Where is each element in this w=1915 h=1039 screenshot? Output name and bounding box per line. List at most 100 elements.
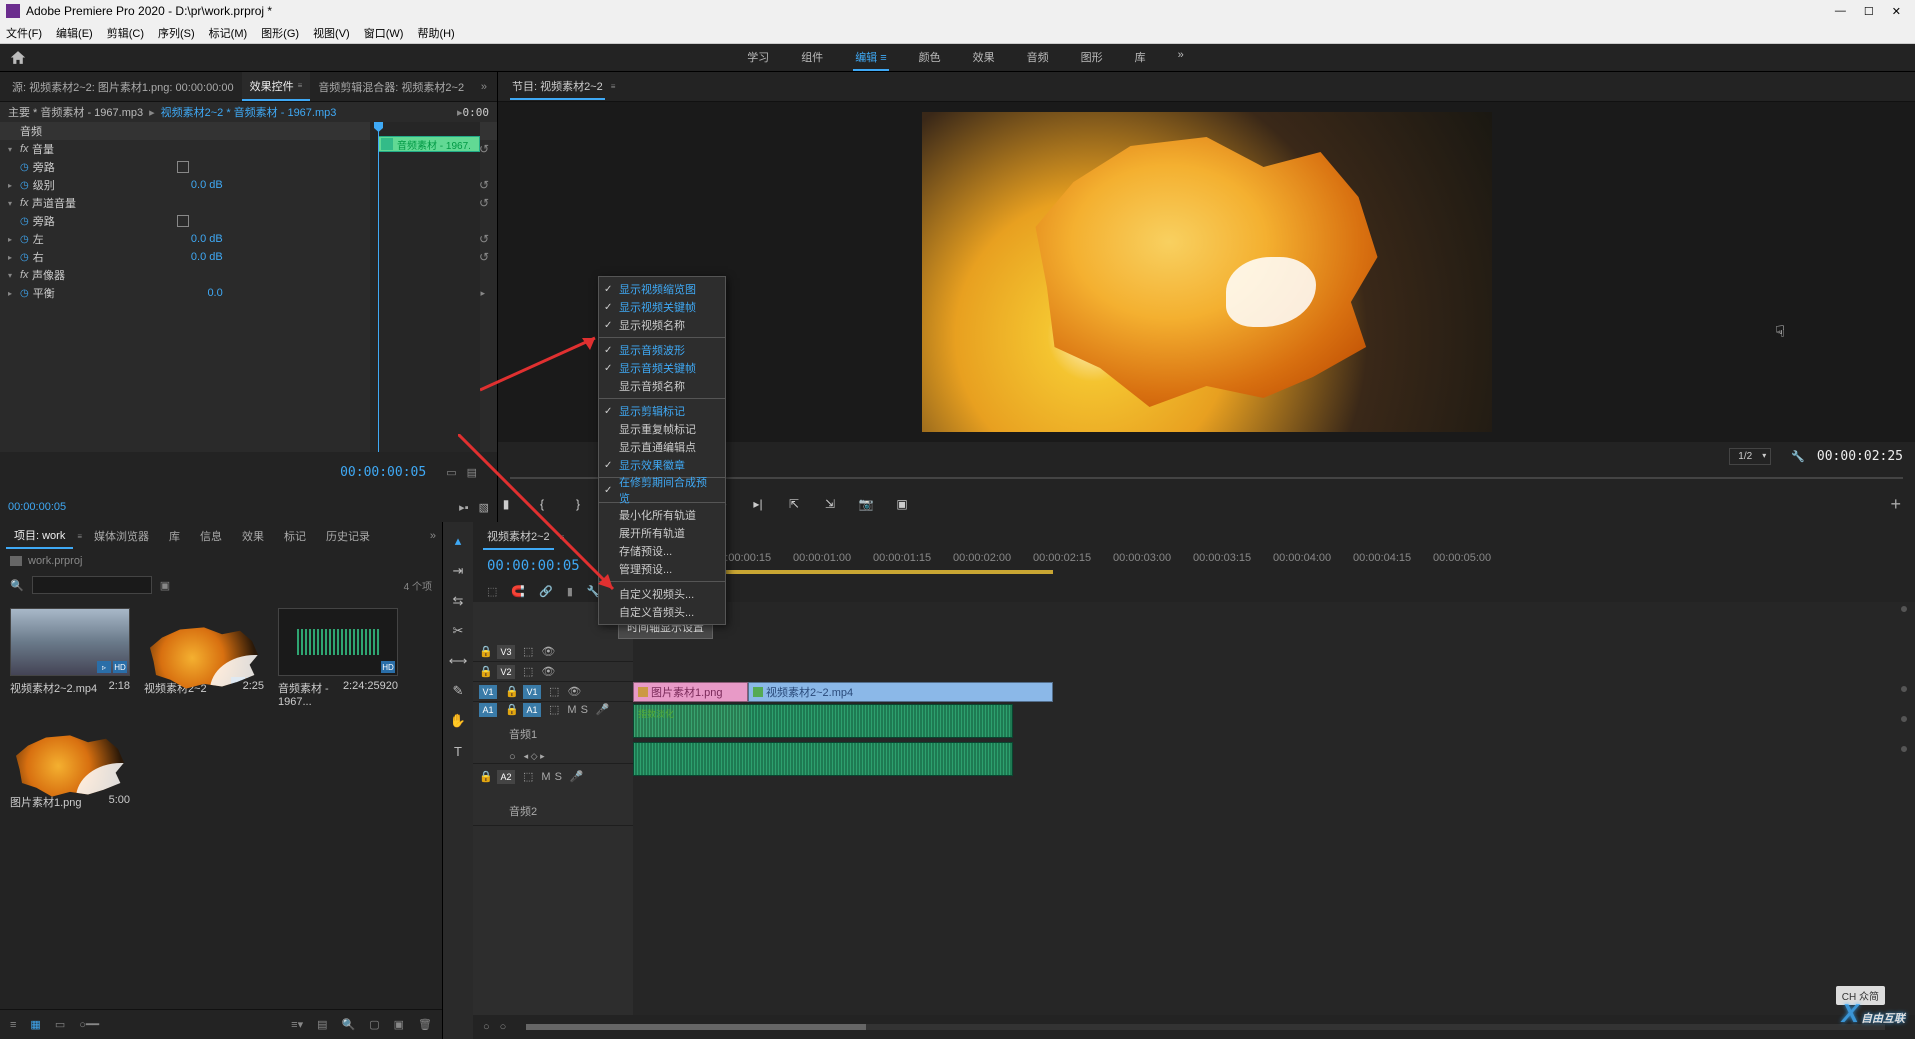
goto-out-button[interactable]: ▸|	[750, 496, 766, 512]
menu-item[interactable]: 自定义音频头...	[599, 603, 725, 621]
fx-left[interactable]: 左	[33, 231, 173, 247]
slip-tool[interactable]: ⟷	[449, 652, 467, 670]
project-breadcrumb[interactable]: work.prproj	[28, 555, 82, 567]
razor-tool[interactable]: ✂	[449, 622, 467, 640]
program-tab[interactable]: 节目: 视频素材2~2	[510, 74, 605, 100]
menu-item[interactable]: 显示效果徽章	[599, 456, 725, 474]
program-zoom-select[interactable]: 1/2	[1729, 448, 1771, 465]
sequence-tab[interactable]: 视频素材2~2	[483, 524, 554, 550]
settings-wrench-icon[interactable]: 🔧	[1791, 450, 1805, 463]
icon-view-icon[interactable]: ▦	[30, 1018, 40, 1031]
track-select-tool[interactable]: ⇥	[449, 562, 467, 580]
bin-item[interactable]: ▹HD 视频素材2~2.mp42:18	[10, 608, 130, 708]
clip-video[interactable]: 视频素材2~2.mp4	[748, 682, 1053, 702]
window-maximize[interactable]: ☐	[1864, 5, 1874, 18]
tab-effects[interactable]: 效果	[234, 524, 272, 548]
export-frame-button[interactable]: 📷	[858, 496, 874, 512]
tab-project[interactable]: 项目: work	[6, 523, 73, 549]
menu-item[interactable]: 显示视频关键帧	[599, 298, 725, 316]
track-v2[interactable]: V2	[497, 665, 515, 679]
clip-audio-2[interactable]	[633, 742, 1013, 776]
bin-item[interactable]: 图片素材1.png5:00	[10, 722, 130, 810]
bin-item[interactable]: ▹HD 视频素材2~22:25	[144, 608, 264, 708]
menu-bar[interactable]: 文件(F) 编辑(E) 剪辑(C) 序列(S) 标记(M) 图形(G) 视图(V…	[0, 22, 1915, 44]
fx-right[interactable]: 右	[33, 249, 173, 265]
find-icon[interactable]: 🔍	[342, 1018, 356, 1031]
tab-info[interactable]: 信息	[192, 524, 230, 548]
menu-item[interactable]: 显示音频波形	[599, 341, 725, 359]
workspace-effects[interactable]: 效果	[971, 45, 997, 71]
bin-item[interactable]: HD 音频素材 - 1967...2:24:25920	[278, 608, 398, 708]
timeline-options-icon[interactable]: ○	[483, 1021, 490, 1033]
fx-right-value[interactable]: 0.0 dB	[173, 251, 223, 263]
menu-item[interactable]: 存储预设...	[599, 542, 725, 560]
menu-sequence[interactable]: 序列(S)	[158, 25, 195, 41]
workspace-audio[interactable]: 音频	[1025, 45, 1051, 71]
window-minimize[interactable]: —	[1835, 5, 1846, 18]
fx-bypass-1[interactable]: 旁路	[33, 159, 173, 175]
source-timecode[interactable]: 00:00:00:05	[8, 501, 66, 513]
menu-item[interactable]: 在修剪期间合成预览	[599, 481, 725, 499]
insert-icon[interactable]: ▸▪	[459, 501, 468, 514]
selection-tool[interactable]: ▴	[449, 532, 467, 550]
fx-level[interactable]: 级别	[33, 177, 173, 193]
freeform-view-icon[interactable]: ▭	[55, 1018, 65, 1031]
add-marker-button[interactable]: ▮	[498, 496, 514, 512]
delete-button[interactable]: 🗑	[418, 1018, 432, 1031]
menu-item[interactable]: 展开所有轨道	[599, 524, 725, 542]
workspace-edit[interactable]: 编辑 ≡	[853, 45, 888, 71]
timeline-display-settings-menu[interactable]: 显示视频缩览图显示视频关键帧显示视频名称显示音频波形显示音频关键帧显示音频名称显…	[598, 276, 726, 625]
menu-edit[interactable]: 编辑(E)	[56, 25, 93, 41]
workspace-graphics[interactable]: 图形	[1079, 45, 1105, 71]
src-v1[interactable]: V1	[479, 685, 497, 699]
track-a2[interactable]: A2	[497, 770, 515, 784]
menu-item[interactable]: 显示重复帧标记	[599, 420, 725, 438]
clip-audio-1[interactable]: 指数淡化	[633, 704, 1013, 738]
new-bin-button[interactable]: ▢	[369, 1018, 379, 1031]
comparison-button[interactable]: ▣	[894, 496, 910, 512]
hand-tool[interactable]: ✋	[449, 712, 467, 730]
fx-channel-volume[interactable]: 声道音量	[32, 195, 172, 211]
project-overflow[interactable]: »	[430, 530, 436, 542]
track-v1[interactable]: V1	[523, 685, 541, 699]
fx-loop-icon[interactable]: ▤	[467, 466, 477, 479]
fx-breadcrumb-clip[interactable]: 视频素材2~2 * 音频素材 - 1967.mp3	[161, 104, 337, 120]
overwrite-icon[interactable]: ▧	[479, 501, 489, 514]
linked-selection-icon[interactable]: 🔗	[539, 585, 553, 598]
tab-markers[interactable]: 标记	[276, 524, 314, 548]
menu-item[interactable]: 显示音频名称	[599, 377, 725, 395]
fx-zoom-icon[interactable]: ▭	[446, 466, 456, 479]
menu-view[interactable]: 视图(V)	[313, 25, 350, 41]
zoom-slider[interactable]: ○━━	[79, 1018, 99, 1031]
tab-history[interactable]: 历史记录	[318, 524, 378, 548]
home-icon[interactable]	[10, 50, 26, 66]
workspace-color[interactable]: 颜色	[917, 45, 943, 71]
fx-footer-timecode[interactable]: 00:00:00:05	[340, 465, 426, 480]
menu-help[interactable]: 帮助(H)	[417, 25, 454, 41]
menu-item[interactable]: 自定义视频头...	[599, 585, 725, 603]
mark-out-button[interactable]: }	[570, 496, 586, 512]
panel-overflow[interactable]: »	[475, 81, 493, 93]
type-tool[interactable]: T	[449, 742, 467, 760]
menu-item[interactable]: 最小化所有轨道	[599, 506, 725, 524]
extract-button[interactable]: ⇲	[822, 496, 838, 512]
timeline-ruler[interactable]: 00:00:00:15 00:00:01:00 00:00:01:15 00:0…	[633, 552, 1915, 580]
menu-item[interactable]: 显示视频缩览图	[599, 280, 725, 298]
menu-marker[interactable]: 标记(M)	[209, 25, 248, 41]
fx-balance[interactable]: 平衡	[33, 285, 173, 301]
menu-clip[interactable]: 剪辑(C)	[107, 25, 144, 41]
menu-item[interactable]: 显示音频关键帧	[599, 359, 725, 377]
menu-item[interactable]: 显示直通编辑点	[599, 438, 725, 456]
workspace-learn[interactable]: 学习	[745, 45, 771, 71]
timeline-clips-area[interactable]: 图片素材1.png 视频素材2~2.mp4 指数淡化	[633, 602, 1915, 1015]
menu-item[interactable]: 显示视频名称	[599, 316, 725, 334]
workspace-assembly[interactable]: 组件	[799, 45, 825, 71]
marker-tool-icon[interactable]: ▮	[567, 585, 573, 598]
fx-mini-clip[interactable]: 音频素材 - 1967.	[378, 136, 480, 152]
lift-button[interactable]: ⇱	[786, 496, 802, 512]
tab-source[interactable]: 源: 视频素材2~2: 图片素材1.png: 00:00:00:00	[4, 72, 242, 101]
checkbox-bypass-1[interactable]	[177, 161, 189, 173]
menu-graphics[interactable]: 图形(G)	[261, 25, 299, 41]
menu-window[interactable]: 窗口(W)	[364, 25, 404, 41]
snap-icon[interactable]: 🧲	[511, 585, 525, 598]
